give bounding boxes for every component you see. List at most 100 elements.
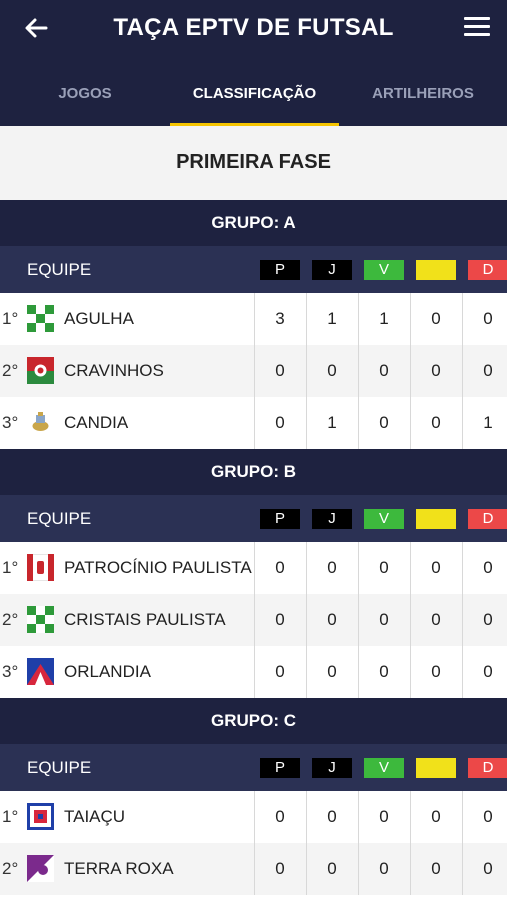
stat-e: 0 [431, 361, 441, 380]
stat-j: 0 [327, 361, 337, 380]
tab-bar: JOGOS CLASSIFICAÇÃO ARTILHEIROS [0, 56, 507, 126]
tab-artilheiros[interactable]: ARTILHEIROS [339, 56, 507, 126]
team-row[interactable]: 3° ORLANDIA 0 0 0 0 0 [0, 646, 507, 698]
stat-p: 0 [275, 413, 285, 432]
stat-d: 0 [483, 558, 493, 577]
column-divider [358, 646, 359, 698]
stat-j: 1 [327, 309, 337, 328]
stat-d: 1 [483, 413, 493, 432]
column-divider [306, 646, 307, 698]
column-label-d: D [468, 260, 507, 280]
column-divider [254, 646, 255, 698]
column-divider [254, 293, 255, 345]
stat-e: 0 [431, 413, 441, 432]
red-green-crest-icon [27, 357, 54, 384]
hamburger-menu-icon[interactable] [464, 17, 490, 39]
column-divider [462, 397, 463, 449]
stat-d: 0 [483, 807, 493, 826]
column-divider [410, 843, 411, 895]
column-divider [358, 397, 359, 449]
column-divider [462, 345, 463, 397]
column-divider [254, 397, 255, 449]
column-divider [410, 594, 411, 646]
column-divider [358, 293, 359, 345]
column-divider [306, 843, 307, 895]
group-header: GRUPO: B [0, 449, 507, 495]
column-divider [462, 594, 463, 646]
team-row[interactable]: 2° CRISTAIS PAULISTA 0 0 0 0 0 [0, 594, 507, 646]
stat-d: 0 [483, 662, 493, 681]
column-divider [306, 345, 307, 397]
stat-e: 0 [431, 662, 441, 681]
columns-header: EQUIPE P J V E D [0, 495, 507, 542]
column-divider [358, 542, 359, 594]
column-label-j: J [312, 758, 352, 778]
column-divider [462, 843, 463, 895]
column-label-p: P [260, 509, 300, 529]
tab-jogos[interactable]: JOGOS [0, 56, 170, 126]
stat-v: 0 [379, 662, 389, 681]
stat-v: 1 [379, 309, 389, 328]
stat-p: 0 [275, 807, 285, 826]
city-seal-crest-icon [27, 409, 54, 436]
column-divider [410, 791, 411, 843]
white-red-flag-crest-icon [27, 554, 54, 581]
column-divider [410, 542, 411, 594]
team-position: 3° [2, 413, 19, 432]
stat-j: 1 [327, 413, 337, 432]
team-row[interactable]: 1° PATROCÍNIO PAULISTA 0 0 0 0 0 [0, 542, 507, 594]
column-divider [254, 843, 255, 895]
stat-e: 0 [431, 558, 441, 577]
tab-classificacao[interactable]: CLASSIFICAÇÃO [170, 56, 339, 126]
stat-v: 0 [379, 610, 389, 629]
stat-v: 0 [379, 558, 389, 577]
purple-white-crest-icon [27, 855, 54, 882]
group-header: GRUPO: C [0, 698, 507, 744]
column-label-d: D [468, 758, 507, 778]
column-label-team: EQUIPE [27, 260, 92, 279]
column-divider [306, 542, 307, 594]
stat-p: 0 [275, 859, 285, 878]
column-divider [462, 791, 463, 843]
column-divider [358, 594, 359, 646]
team-name: PATROCÍNIO PAULISTA [64, 558, 252, 577]
blue-red-shield-crest-icon [27, 803, 54, 830]
team-name: ORLANDIA [64, 662, 151, 681]
column-divider [410, 345, 411, 397]
team-position: 1° [2, 309, 19, 328]
stat-p: 0 [275, 558, 285, 577]
team-row[interactable]: 2° TERRA ROXA 0 0 0 0 0 [0, 843, 507, 895]
column-divider [306, 594, 307, 646]
column-divider [462, 542, 463, 594]
team-position: 2° [2, 361, 19, 380]
stat-v: 0 [379, 361, 389, 380]
column-divider [254, 594, 255, 646]
stat-e: 0 [431, 859, 441, 878]
column-label-e: E [416, 260, 456, 280]
stat-j: 0 [327, 662, 337, 681]
column-divider [358, 843, 359, 895]
team-position: 2° [2, 859, 19, 878]
team-name: TAIAÇU [64, 807, 126, 826]
team-name: AGULHA [64, 309, 134, 328]
stat-e: 0 [431, 309, 441, 328]
stat-d: 0 [483, 309, 493, 328]
blue-red-crest-icon [27, 658, 54, 685]
columns-header: EQUIPE P J V E D [0, 744, 507, 791]
stat-v: 0 [379, 413, 389, 432]
column-label-j: J [312, 509, 352, 529]
green-white-checkered-crest-icon [27, 305, 54, 332]
column-divider [410, 397, 411, 449]
team-row[interactable]: 2° CRAVINHOS 0 0 0 0 0 [0, 345, 507, 397]
group-header: GRUPO: A [0, 200, 507, 246]
stat-p: 3 [275, 309, 285, 328]
team-row[interactable]: 1° AGULHA 3 1 1 0 0 [0, 293, 507, 345]
green-white-checkered-crest-icon [27, 606, 54, 633]
column-label-team: EQUIPE [27, 509, 92, 528]
team-row[interactable]: 3° CANDIA 0 1 0 0 1 [0, 397, 507, 449]
column-label-j: J [312, 260, 352, 280]
team-position: 3° [2, 662, 19, 681]
stat-d: 0 [483, 859, 493, 878]
team-row[interactable]: 1° TAIAÇU 0 0 0 0 0 [0, 791, 507, 843]
stat-j: 0 [327, 859, 337, 878]
